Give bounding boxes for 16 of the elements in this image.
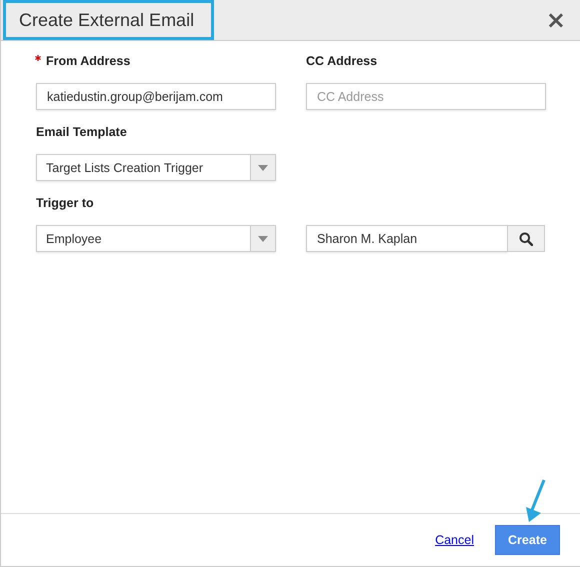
search-icon — [519, 232, 533, 246]
search-button[interactable] — [508, 225, 545, 252]
field-label: Trigger to — [36, 196, 94, 210]
caret-icon — [258, 164, 268, 170]
field-label: CC Address — [306, 54, 378, 68]
field-label: From Address — [35, 54, 130, 68]
dropdown[interactable]: Employee — [36, 225, 276, 252]
field-label: Email Template — [36, 125, 127, 139]
dialog-title: Create External Email — [3, 0, 214, 40]
text-field[interactable]: katiedustin.group@berijam.com — [36, 83, 276, 110]
caret-icon — [258, 236, 268, 242]
text-field[interactable]: CC Address — [306, 83, 546, 110]
cancel-link[interactable]: Cancel — [435, 533, 474, 547]
dropdown[interactable]: Target Lists Creation Trigger — [36, 154, 276, 181]
search-field[interactable]: Sharon M. Kaplan — [306, 225, 508, 252]
close-button[interactable]: × — [544, 8, 568, 32]
